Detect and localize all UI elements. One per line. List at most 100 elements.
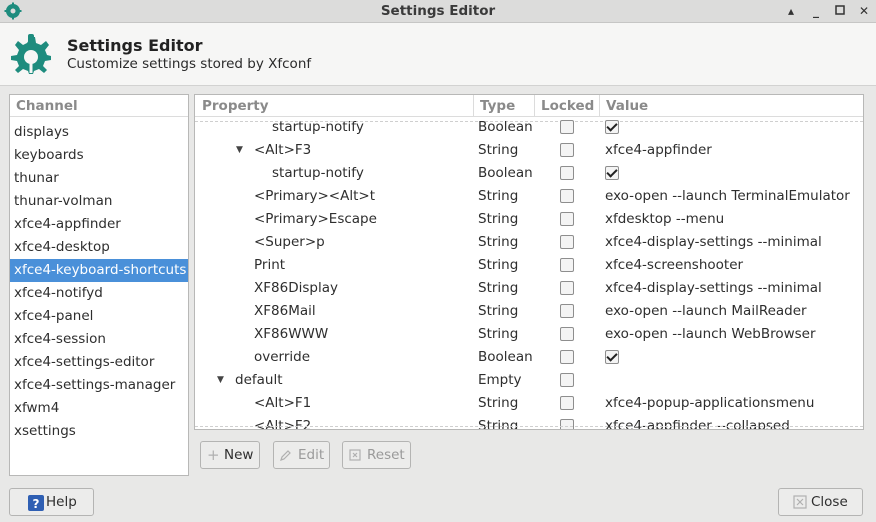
locked-checkbox[interactable]: [560, 350, 574, 364]
edit-button[interactable]: Edit: [273, 441, 330, 469]
shade-icon[interactable]: ▴: [782, 2, 800, 20]
property-value[interactable]: xfce4-popup-applicationsmenu: [605, 392, 814, 415]
reset-button[interactable]: Reset: [342, 441, 411, 469]
locked-checkbox[interactable]: [560, 281, 574, 295]
property-type: String: [478, 395, 519, 411]
collapse-arrow-icon[interactable]: ▼: [217, 369, 224, 392]
property-value[interactable]: xfce4-screenshooter: [605, 254, 743, 277]
locked-checkbox[interactable]: [560, 419, 574, 429]
locked-checkbox[interactable]: [560, 327, 574, 341]
channel-item-xsettings[interactable]: xsettings: [10, 420, 188, 443]
locked-checkbox[interactable]: [560, 396, 574, 410]
property-value[interactable]: exo-open --launch MailReader: [605, 300, 807, 323]
property-name: <Alt>F3: [254, 142, 312, 158]
property-column-header[interactable]: Property: [195, 95, 269, 117]
property-type: String: [478, 142, 519, 158]
locked-column-header[interactable]: Locked: [534, 95, 594, 117]
help-icon: ?: [28, 494, 44, 520]
value-checkbox[interactable]: [605, 120, 619, 134]
property-name: XF86WWW: [254, 326, 329, 342]
property-name: XF86Mail: [254, 303, 316, 319]
channel-item-xfce4-desktop[interactable]: xfce4-desktop: [10, 236, 188, 259]
property-row[interactable]: startup-notify Boolean: [195, 117, 863, 139]
channel-item-xfce4-appfinder[interactable]: xfce4-appfinder: [10, 213, 188, 236]
settings-editor-logo-icon: [11, 34, 51, 78]
value-checkbox[interactable]: [605, 166, 619, 180]
property-row[interactable]: XF86WWW String exo-open --launch WebBrowse…: [195, 323, 863, 346]
close-icon: [793, 489, 807, 518]
property-row[interactable]: ▼ default Empty: [195, 369, 863, 392]
property-row[interactable]: XF86Display String xfce4-display-settings …: [195, 277, 863, 300]
type-column-header[interactable]: Type: [473, 95, 515, 117]
property-name: <Primary><Alt>t: [254, 188, 375, 204]
property-name: override: [254, 349, 311, 365]
property-column-headers: Property Type Locked Value: [195, 95, 863, 117]
property-type: Empty: [478, 372, 522, 388]
channel-item-keyboards[interactable]: keyboards: [10, 144, 188, 167]
property-name: XF86Display: [254, 280, 338, 296]
property-row[interactable]: startup-notify Boolean: [195, 162, 863, 185]
new-button[interactable]: + New: [200, 441, 260, 469]
property-type: String: [478, 257, 519, 273]
header-subtitle: Customize settings stored by Xfconf: [67, 56, 312, 72]
property-value[interactable]: xfce4-display-settings --minimal: [605, 277, 822, 300]
channel-column-header[interactable]: Channel: [10, 95, 188, 117]
locked-checkbox[interactable]: [560, 166, 574, 180]
property-row[interactable]: <Super>p String xfce4-display-settings --m…: [195, 231, 863, 254]
channel-item-xfce4-notifyd[interactable]: xfce4-notifyd: [10, 282, 188, 305]
property-type: String: [478, 326, 519, 342]
property-row[interactable]: <Alt>F1 String xfce4-popup-applicationsmen…: [195, 392, 863, 415]
channel-item-xfce4-keyboard-shortcuts[interactable]: xfce4-keyboard-shortcuts: [10, 259, 188, 282]
property-row[interactable]: Print String xfce4-screenshooter: [195, 254, 863, 277]
channel-item-xfce4-settings-manager[interactable]: xfce4-settings-manager: [10, 374, 188, 397]
property-type: Boolean: [478, 165, 533, 181]
property-row[interactable]: <Primary><Alt>t String exo-open --launch T…: [195, 185, 863, 208]
property-name: startup-notify: [272, 119, 364, 135]
title-bar: Settings Editor ▴ _ ✕: [0, 0, 876, 23]
drop-indicator-bottom: [195, 426, 863, 427]
channel-item-thunar-volman[interactable]: thunar-volman: [10, 190, 188, 213]
locked-checkbox[interactable]: [560, 120, 574, 134]
property-name: <Super>p: [254, 234, 325, 250]
property-row[interactable]: <Primary>Escape String xfdesktop --menu: [195, 208, 863, 231]
property-value[interactable]: xfce4-appfinder: [605, 139, 712, 162]
property-rows: startup-notify Boolean ▼ <Alt>F3 String xfce4…: [195, 117, 863, 429]
close-button[interactable]: Close: [778, 488, 863, 516]
channel-item-thunar[interactable]: thunar: [10, 167, 188, 190]
locked-checkbox[interactable]: [560, 212, 574, 226]
property-value[interactable]: xfce4-display-settings --minimal: [605, 231, 822, 254]
property-name: Print: [254, 257, 286, 273]
collapse-arrow-icon[interactable]: ▼: [236, 139, 243, 162]
locked-checkbox[interactable]: [560, 304, 574, 318]
channel-panel: Channel displays keyboards thunar thunar-vo…: [9, 94, 189, 476]
channel-item-xfce4-settings-editor[interactable]: xfce4-settings-editor: [10, 351, 188, 374]
property-row[interactable]: override Boolean: [195, 346, 863, 369]
value-column-header[interactable]: Value: [599, 95, 648, 117]
property-value[interactable]: exo-open --launch TerminalEmulator: [605, 185, 850, 208]
property-value[interactable]: xfdesktop --menu: [605, 208, 724, 231]
minimize-icon[interactable]: _: [807, 2, 825, 20]
maximize-icon[interactable]: [831, 2, 849, 20]
window-title: Settings Editor: [380, 3, 496, 19]
channel-item-displays[interactable]: displays: [10, 121, 188, 144]
reset-icon: [349, 442, 361, 470]
help-button[interactable]: ? Help: [9, 488, 94, 516]
property-row[interactable]: XF86Mail String exo-open --launch MailRead…: [195, 300, 863, 323]
property-value[interactable]: exo-open --launch WebBrowser: [605, 323, 816, 346]
property-type: String: [478, 234, 519, 250]
close-window-icon[interactable]: ✕: [855, 2, 873, 20]
locked-checkbox[interactable]: [560, 373, 574, 387]
locked-checkbox[interactable]: [560, 235, 574, 249]
property-name: startup-notify: [272, 165, 364, 181]
property-row[interactable]: ▼ <Alt>F3 String xfce4-appfinder: [195, 139, 863, 162]
locked-checkbox[interactable]: [560, 143, 574, 157]
channel-item-xfwm4[interactable]: xfwm4: [10, 397, 188, 420]
channel-item-xfce4-panel[interactable]: xfce4-panel: [10, 305, 188, 328]
locked-checkbox[interactable]: [560, 258, 574, 272]
channel-item-xfce4-session[interactable]: xfce4-session: [10, 328, 188, 351]
plus-icon: +: [207, 446, 220, 464]
property-type: Boolean: [478, 119, 533, 135]
locked-checkbox[interactable]: [560, 189, 574, 203]
property-type: Boolean: [478, 349, 533, 365]
value-checkbox[interactable]: [605, 350, 619, 364]
